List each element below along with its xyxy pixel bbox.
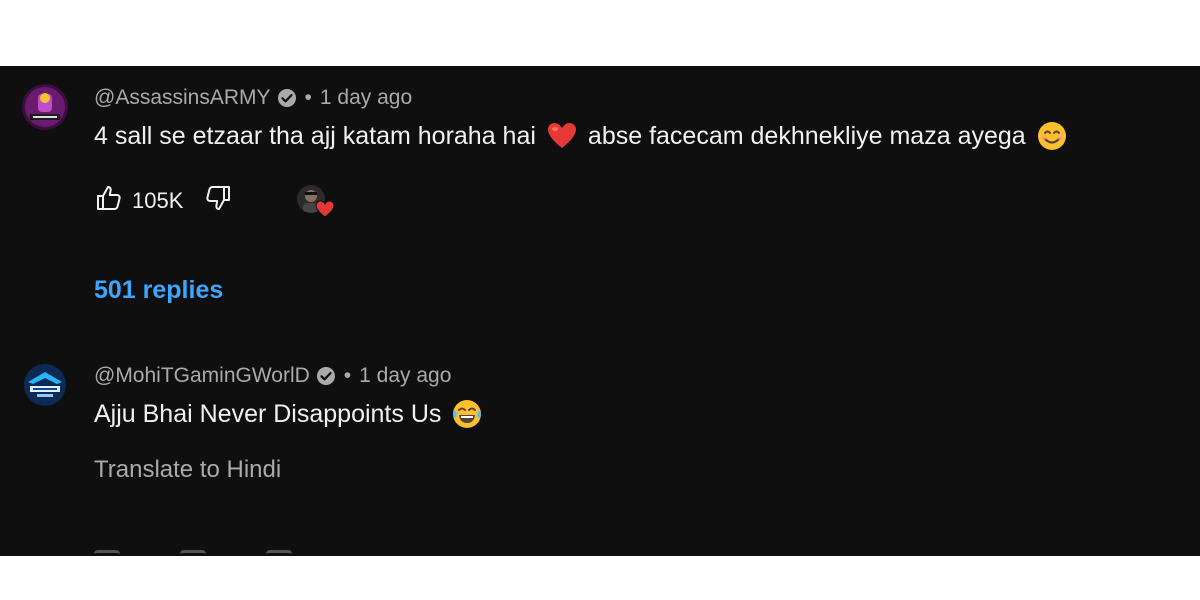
creator-heart-badge[interactable]	[297, 183, 335, 219]
avatar[interactable]	[22, 84, 68, 130]
partial-icon	[180, 550, 206, 556]
replies-toggle[interactable]: 501 replies	[94, 276, 223, 305]
comment-text: Ajju Bhai Never Disappoints Us	[94, 398, 483, 430]
comment-actions: 105K	[94, 183, 335, 219]
comment-time[interactable]: 1 day ago	[320, 86, 412, 110]
heart-emoji	[546, 120, 578, 152]
author-handle[interactable]: @AssassinsARMY	[94, 86, 271, 110]
thumbs-down-icon	[203, 183, 233, 219]
comment-time[interactable]: 1 day ago	[359, 364, 451, 388]
partial-icon	[266, 550, 292, 556]
separator: •	[304, 86, 312, 109]
verified-icon	[277, 88, 297, 108]
avatar[interactable]	[22, 362, 68, 408]
comment-text-body: Ajju Bhai Never Disappoints Us	[94, 399, 442, 428]
like-button[interactable]: 105K	[94, 183, 183, 219]
like-count: 105K	[132, 188, 184, 213]
comment-text: 4 sall se etzaar tha ajj katam horaha ha…	[94, 120, 1068, 152]
verified-icon	[316, 366, 336, 386]
comment-text-part2: abse facecam dekhnekliye maza ayega	[587, 121, 1026, 150]
comment-meta: @AssassinsARMY • 1 day ago	[94, 86, 412, 110]
author-handle[interactable]: @MohiTGaminGWorlD	[94, 364, 310, 388]
smile-emoji	[1036, 120, 1068, 152]
comment-text-part1: 4 sall se etzaar tha ajj katam horaha ha…	[94, 121, 536, 150]
creator-heart-icon	[315, 199, 335, 219]
thumbs-up-icon	[94, 183, 124, 219]
separator: •	[343, 364, 352, 387]
partial-icon	[94, 550, 120, 556]
tears-of-joy-emoji	[451, 398, 483, 430]
dislike-button[interactable]	[203, 183, 233, 219]
next-actions-peek	[94, 550, 292, 556]
comments-panel: @AssassinsARMY • 1 day ago 4 sall se etz…	[0, 66, 1200, 556]
comment-meta: @MohiTGaminGWorlD • 1 day ago	[94, 364, 451, 388]
translate-link[interactable]: Translate to Hindi	[94, 456, 281, 484]
